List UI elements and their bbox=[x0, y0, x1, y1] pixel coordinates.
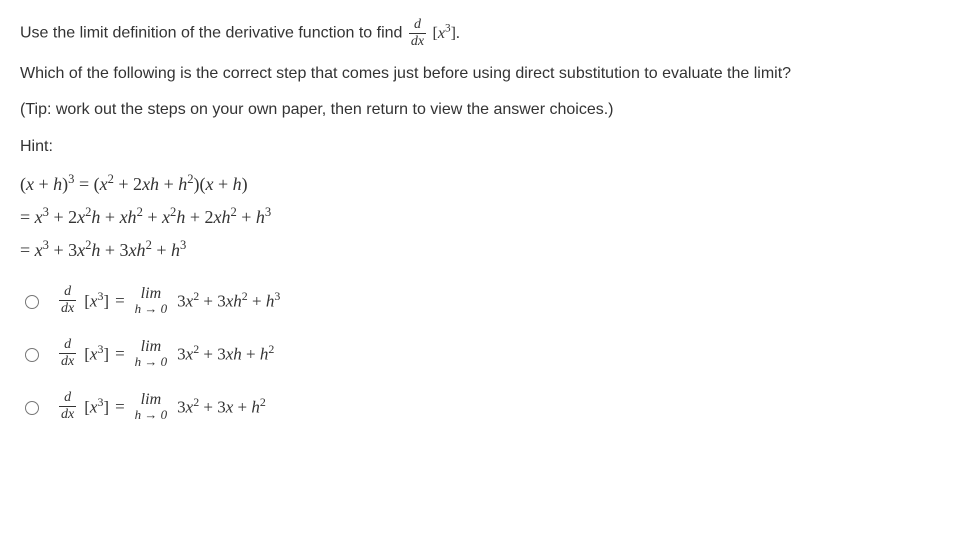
choice-3-radio[interactable] bbox=[25, 401, 39, 415]
choice-2-eq: = bbox=[115, 344, 125, 364]
intro-bracket: [[x³].x3]. bbox=[433, 25, 460, 42]
choice-3-lhs: [x3][x³] bbox=[84, 395, 109, 418]
choice-3[interactable]: d dx [x3][x³] = lim h → 0 3x2 + 3x + h23… bbox=[20, 391, 951, 422]
choice-2-rhs: 3x2 + 3xh + h23x² + 3xh + h² bbox=[177, 342, 274, 365]
intro-frac: d dx bbox=[409, 18, 426, 49]
choice-3-body: d dx [x3][x³] = lim h → 0 3x2 + 3x + h23… bbox=[57, 391, 266, 422]
choice-1-eq: = bbox=[115, 291, 125, 311]
choice-2-lim: lim h → 0 bbox=[135, 339, 168, 368]
choice-2-body: d dx [x3][x³] = lim h → 0 3x2 + 3xh + h2… bbox=[57, 338, 274, 369]
choice-2-lhs: [x3][x³] bbox=[84, 342, 109, 365]
hint-label: Hint: bbox=[20, 136, 951, 158]
question-line-1: Use the limit definition of the derivati… bbox=[20, 18, 951, 49]
choice-3-frac: d dx bbox=[59, 391, 76, 422]
choice-1-lhs: [x3][x³] bbox=[84, 289, 109, 312]
hint-line-1: (x + h)3 = (x2 + 2xh + h2)(x + h) (x + h… bbox=[20, 172, 951, 195]
intro-pre: Use the limit definition of the derivati… bbox=[20, 25, 407, 42]
choice-1-rhs: 3x2 + 3xh2 + h33x² + 3xh² + h³ bbox=[177, 289, 280, 312]
choice-2-radio[interactable] bbox=[25, 348, 39, 362]
question-tip: (Tip: work out the steps on your own pap… bbox=[20, 99, 951, 121]
hint-line-2: = x3 + 2x2h + xh2 + x2h + 2xh2 + h3 = x³… bbox=[20, 205, 951, 228]
choice-3-lim: lim h → 0 bbox=[135, 392, 168, 421]
choice-1-radio[interactable] bbox=[25, 295, 39, 309]
choice-1-body: d dx [x3][x³] = lim h → 0 3x2 + 3xh2 + h… bbox=[57, 285, 280, 316]
choice-2[interactable]: d dx [x3][x³] = lim h → 0 3x2 + 3xh + h2… bbox=[20, 338, 951, 369]
choice-3-rhs: 3x2 + 3x + h23x² + 3x + h² bbox=[177, 395, 266, 418]
choice-1-lim: lim h → 0 bbox=[135, 286, 168, 315]
answer-choices: d dx [x3][x³] = lim h → 0 3x2 + 3xh2 + h… bbox=[20, 285, 951, 422]
choice-2-frac: d dx bbox=[59, 338, 76, 369]
choice-1[interactable]: d dx [x3][x³] = lim h → 0 3x2 + 3xh2 + h… bbox=[20, 285, 951, 316]
choice-3-eq: = bbox=[115, 397, 125, 417]
hint-line-3: = x3 + 3x2h + 3xh2 + h3 = x³ + 3x²h + 3x… bbox=[20, 238, 951, 261]
question-line-2: Which of the following is the correct st… bbox=[20, 63, 951, 85]
choice-1-frac: d dx bbox=[59, 285, 76, 316]
